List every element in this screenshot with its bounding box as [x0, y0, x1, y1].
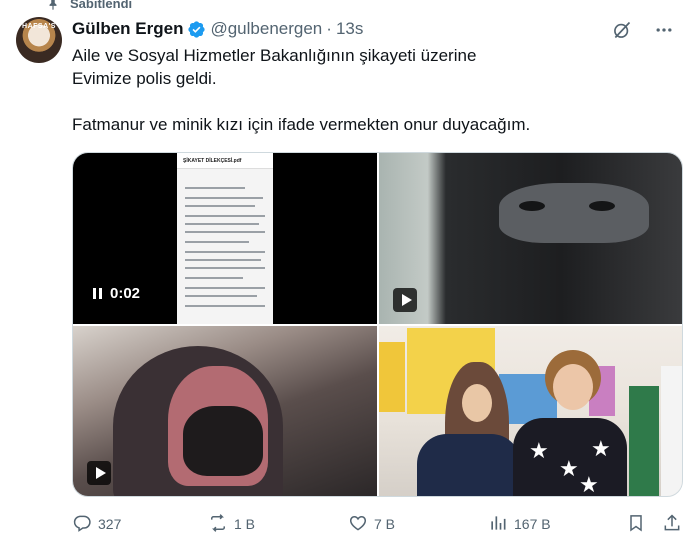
play-icon[interactable]	[393, 288, 417, 312]
pause-icon[interactable]	[93, 288, 102, 299]
avatar[interactable]: HAFSA'S	[16, 17, 62, 63]
author-handle[interactable]: @gulbenergen	[210, 19, 322, 39]
reply-count: 327	[98, 516, 122, 532]
tweet-top-actions	[611, 19, 675, 41]
like-count: 7 B	[374, 516, 396, 532]
duration-label: 0:02	[110, 285, 141, 302]
author-name[interactable]: Gülben Ergen	[72, 19, 183, 39]
views-icon	[488, 513, 508, 536]
verified-badge-icon[interactable]	[187, 20, 206, 39]
repost-count: 1 B	[234, 516, 256, 532]
pinned-label: Sabitlendi	[70, 0, 133, 11]
media-video-2[interactable]	[379, 153, 682, 324]
more-icon[interactable]	[653, 19, 675, 41]
repost-icon	[208, 513, 228, 536]
like-button[interactable]: 7 B	[348, 512, 395, 536]
media-video-3[interactable]	[73, 326, 377, 496]
heart-icon	[348, 513, 368, 536]
tweet-text: Aile ve Sosyal Hizmetler Bakanlığının şi…	[72, 44, 672, 136]
tweet-paragraph-1: Aile ve Sosyal Hizmetler Bakanlığının şi…	[72, 46, 477, 88]
separator-dot: ·	[326, 19, 332, 38]
avatar-text: HAFSA'S	[22, 23, 56, 30]
play-icon[interactable]	[87, 461, 111, 485]
pin-icon	[46, 0, 60, 10]
video-duration: 0:02	[93, 285, 140, 302]
repost-button[interactable]: 1 B	[208, 512, 255, 536]
grok-icon[interactable]	[611, 19, 633, 41]
media-grid: ŞİKAYET DİLEKÇESİ.pdf 0:02 ★ ★ ★ ★	[72, 152, 683, 497]
document-preview: ŞİKAYET DİLEKÇESİ.pdf	[177, 153, 273, 324]
bookmark-icon	[626, 513, 646, 536]
media-photo-4[interactable]: ★ ★ ★ ★	[379, 326, 682, 496]
tweet-paragraph-2: Fatmanur ve minik kızı için ifade vermek…	[72, 115, 531, 134]
views-button[interactable]: 167 B	[488, 512, 551, 536]
tweet-actions: 327 1 B 7 B 167 B	[72, 512, 683, 536]
timestamp[interactable]: 13s	[336, 19, 363, 39]
tweet-header: Gülben Ergen @gulbenergen · 13s	[72, 19, 363, 39]
bookmark-button[interactable]	[626, 512, 646, 536]
reply-icon	[72, 513, 92, 536]
views-count: 167 B	[514, 516, 551, 532]
media-video-document[interactable]: ŞİKAYET DİLEKÇESİ.pdf 0:02	[73, 153, 377, 324]
share-button[interactable]	[662, 512, 682, 536]
document-title: ŞİKAYET DİLEKÇESİ.pdf	[177, 153, 273, 169]
pinned-indicator: Sabitlendi	[46, 0, 132, 11]
reply-button[interactable]: 327	[72, 512, 121, 536]
share-icon	[662, 513, 682, 536]
